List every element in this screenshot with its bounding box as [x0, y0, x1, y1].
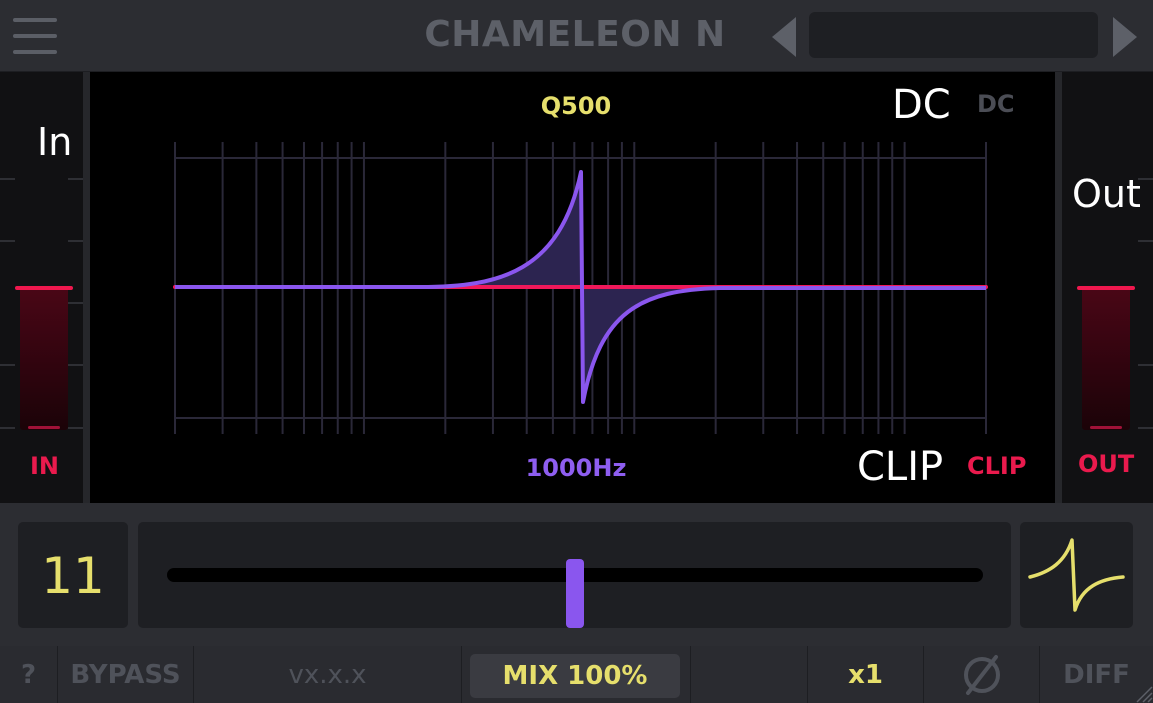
- clip-button[interactable]: CLIP: [967, 452, 1026, 480]
- phase-invert-button[interactable]: [924, 646, 1040, 703]
- value-display[interactable]: 11: [18, 522, 128, 628]
- help-button[interactable]: ?: [0, 646, 58, 703]
- q-value-label[interactable]: Q500: [500, 92, 652, 120]
- phase-fill-upper: [420, 172, 581, 287]
- mix-control[interactable]: MIX 100%: [470, 654, 680, 698]
- plugin-title: CHAMELEON N: [424, 14, 726, 55]
- input-meter[interactable]: [20, 287, 68, 430]
- input-tag: IN: [30, 452, 60, 480]
- slider-thumb[interactable]: [566, 559, 584, 628]
- frequency-label[interactable]: 1000Hz: [500, 454, 652, 482]
- previous-preset-icon[interactable]: [772, 17, 796, 57]
- resize-handle-icon[interactable]: [1133, 683, 1153, 703]
- output-gain-label: Out: [1072, 172, 1141, 216]
- footer-spacer: [690, 646, 808, 703]
- bypass-button[interactable]: BYPASS: [58, 646, 194, 703]
- version-label: vx.x.x: [194, 646, 462, 703]
- next-preset-icon[interactable]: [1113, 17, 1137, 57]
- value-text: 11: [41, 547, 105, 605]
- phase-curve-icon: [1028, 538, 1125, 612]
- phase-invert-icon: [963, 654, 1000, 695]
- footer-bar: ? BYPASS vx.x.x MIX 100% x1 DIFF: [0, 646, 1153, 703]
- menu-icon[interactable]: [13, 18, 57, 56]
- main-slider-panel: [138, 522, 1011, 628]
- input-gain-label: In: [37, 120, 73, 164]
- control-strip: 11: [0, 503, 1153, 646]
- header-bar: CHAMELEON N: [0, 0, 1153, 72]
- dc-tooltip-label: DC: [892, 82, 951, 128]
- input-meter-panel: In IN: [0, 72, 90, 503]
- frequency-response-graph: [173, 142, 988, 434]
- output-meter[interactable]: [1082, 287, 1130, 430]
- curve-shape-button[interactable]: [1020, 522, 1133, 628]
- display-area: In IN Out OUT Q500 1000Hz DC DC CLIP CLI…: [0, 72, 1153, 503]
- oversample-button[interactable]: x1: [808, 646, 924, 703]
- clip-tooltip-label: CLIP: [857, 444, 944, 490]
- dc-button[interactable]: DC: [977, 90, 1015, 118]
- output-meter-panel: Out OUT: [1055, 72, 1153, 503]
- phase-curve: [175, 170, 986, 404]
- preset-selector[interactable]: [809, 12, 1098, 58]
- output-tag: OUT: [1078, 450, 1135, 478]
